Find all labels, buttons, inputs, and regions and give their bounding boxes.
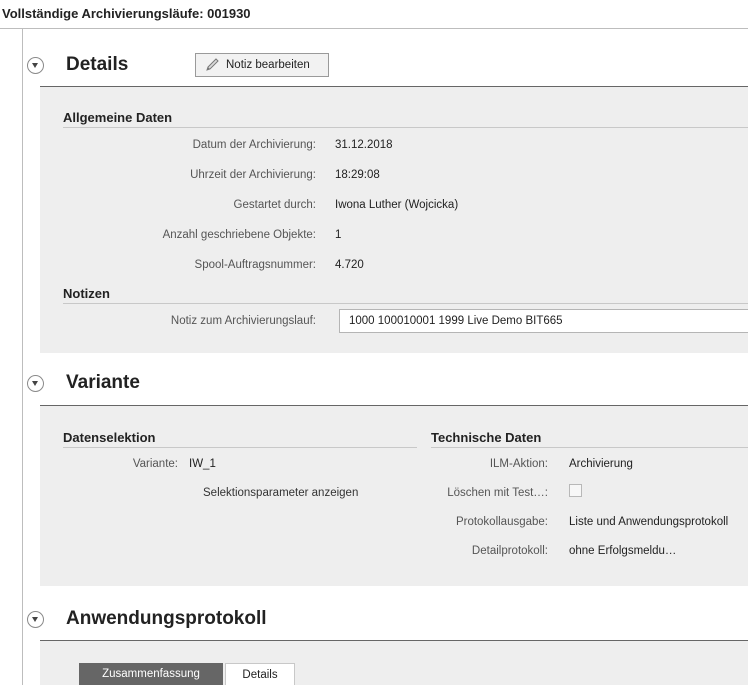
archive-time-value: 18:29:08 — [335, 169, 380, 181]
objects-written-value: 1 — [335, 229, 342, 241]
spool-number-label: Spool-Auftragsnummer: — [194, 259, 316, 271]
show-selection-parameters-link[interactable]: Selektionsparameter anzeigen — [203, 487, 358, 499]
variant-collapse-toggle-icon[interactable] — [27, 375, 44, 392]
details-section-title: Details — [66, 54, 129, 75]
general-data-title: Allgemeine Daten — [63, 110, 173, 125]
left-border — [22, 28, 23, 685]
delete-with-test-checkbox[interactable] — [569, 484, 582, 497]
started-by-value: Iwona Luther (Wojcicka) — [335, 199, 459, 211]
archive-date-label: Datum der Archivierung: — [192, 139, 316, 151]
objects-written-label: Anzahl geschriebene Objekte: — [162, 229, 316, 241]
archive-date-value: 31.12.2018 — [335, 139, 393, 151]
archive-time-label: Uhrzeit der Archivierung: — [190, 169, 316, 181]
spool-number-value: 4.720 — [335, 259, 364, 271]
technical-data-rule — [431, 447, 748, 448]
app-log-section-title: Anwendungsprotokoll — [66, 608, 267, 629]
variant-section-title: Variante — [66, 372, 140, 393]
tab-details[interactable]: Details — [225, 663, 295, 685]
detail-log-label: Detailprotokoll: — [471, 545, 548, 557]
edit-note-button-label: Notiz bearbeiten — [226, 59, 310, 71]
technical-data-title: Technische Daten — [431, 430, 542, 445]
window-title: Vollständige Archivierungsläufe: 001930 — [2, 6, 251, 21]
app-log-collapse-toggle-icon[interactable] — [27, 611, 44, 628]
data-selection-rule — [63, 447, 417, 448]
window-titlebar: Vollständige Archivierungsläufe: 001930 — [0, 0, 748, 29]
notes-rule — [63, 303, 748, 304]
delete-with-test-label: Löschen mit Test…: — [447, 487, 548, 499]
details-collapse-toggle-icon[interactable] — [27, 57, 44, 74]
ilm-action-value: Archivierung — [569, 458, 633, 470]
log-output-value: Liste und Anwendungsprotokoll — [569, 516, 729, 528]
general-data-rule — [63, 127, 748, 128]
archive-note-label: Notiz zum Archivierungslauf: — [170, 315, 316, 327]
tab-details-label: Details — [242, 669, 278, 681]
variant-label: Variante: — [132, 458, 178, 470]
edit-note-button[interactable]: Notiz bearbeiten — [195, 53, 329, 77]
variant-value: IW_1 — [189, 458, 216, 470]
tab-summary[interactable]: Zusammenfassung — [79, 663, 223, 685]
tab-summary-label: Zusammenfassung — [102, 668, 200, 680]
ilm-action-label: ILM-Aktion: — [489, 458, 548, 470]
detail-log-value: ohne Erfolgsmeldu… — [569, 545, 677, 557]
notes-title: Notizen — [63, 286, 110, 301]
app-frame: Vollständige Archivierungsläufe: 001930 … — [0, 0, 748, 685]
started-by-label: Gestartet durch: — [233, 199, 316, 211]
data-selection-title: Datenselektion — [63, 430, 156, 445]
archive-note-field[interactable]: 1000 100010001 1999 Live Demo BIT665 — [339, 309, 748, 333]
pencil-icon — [206, 58, 219, 71]
log-output-label: Protokollausgabe: — [455, 516, 548, 528]
